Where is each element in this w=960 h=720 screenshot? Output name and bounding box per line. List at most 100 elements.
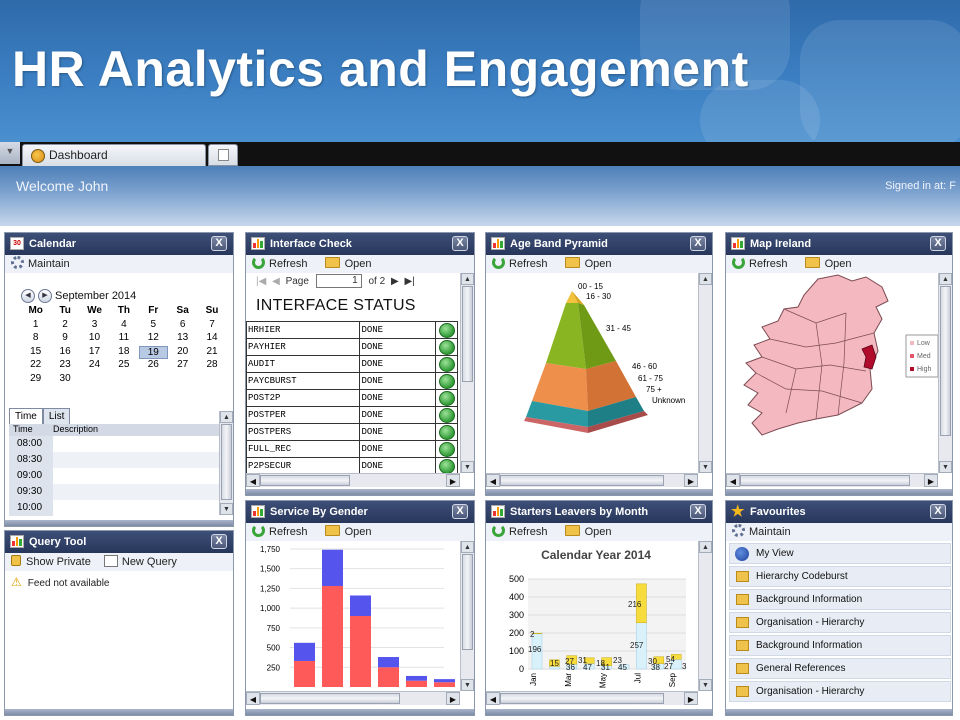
close-button[interactable]: X bbox=[211, 534, 227, 549]
scroll-down-arrow[interactable]: ▼ bbox=[220, 503, 233, 515]
scroll-up-arrow[interactable]: ▲ bbox=[699, 273, 712, 285]
scroll-left-arrow[interactable]: ◀ bbox=[486, 692, 500, 705]
calendar-day[interactable]: 11 bbox=[109, 332, 138, 346]
scroll-up-arrow[interactable]: ▲ bbox=[220, 411, 233, 423]
last-page-button[interactable]: ▶| bbox=[404, 276, 414, 287]
scroll-up-arrow[interactable]: ▲ bbox=[461, 541, 474, 553]
calendar-day[interactable]: 21 bbox=[197, 346, 226, 360]
favourite-item[interactable]: Background Information bbox=[729, 635, 951, 656]
horizontal-scrollbar[interactable]: ◀ ▶ bbox=[486, 691, 698, 705]
horizontal-scrollbar[interactable]: ◀ ▶ bbox=[246, 691, 460, 705]
calendar-day[interactable]: 16 bbox=[50, 346, 79, 360]
open-button[interactable]: Open bbox=[311, 257, 372, 270]
calendar-day[interactable]: 9 bbox=[50, 332, 79, 346]
horizontal-scrollbar[interactable]: ◀ ▶ bbox=[486, 473, 698, 487]
scroll-thumb[interactable] bbox=[221, 424, 232, 500]
calendar-day[interactable]: 8 bbox=[21, 332, 50, 346]
scroll-up-arrow[interactable]: ▲ bbox=[939, 273, 952, 285]
close-button[interactable]: X bbox=[930, 236, 946, 251]
calendar-day[interactable]: 28 bbox=[197, 359, 226, 373]
scroll-down-arrow[interactable]: ▼ bbox=[699, 679, 712, 691]
maintain-button[interactable]: Maintain bbox=[732, 524, 791, 538]
calendar-day[interactable]: 22 bbox=[21, 359, 50, 373]
open-button[interactable]: Open bbox=[791, 257, 852, 270]
tab-list[interactable]: List bbox=[42, 408, 71, 424]
prev-page-button[interactable]: ◀ bbox=[272, 276, 280, 287]
calendar-day[interactable]: 14 bbox=[197, 332, 226, 346]
calendar-day[interactable]: 18 bbox=[109, 346, 138, 360]
scroll-up-arrow[interactable]: ▲ bbox=[461, 273, 474, 285]
prev-month-button[interactable]: ◀ bbox=[21, 289, 35, 303]
refresh-button[interactable]: Refresh bbox=[252, 524, 308, 538]
calendar-day[interactable]: 20 bbox=[168, 346, 197, 360]
scroll-left-arrow[interactable]: ◀ bbox=[246, 474, 260, 487]
maintain-button[interactable]: Maintain bbox=[11, 256, 70, 270]
vertical-scrollbar[interactable]: ▲ ▼ bbox=[698, 273, 712, 473]
vertical-scrollbar[interactable]: ▲ ▼ bbox=[460, 273, 474, 473]
close-button[interactable]: X bbox=[690, 504, 706, 519]
open-button[interactable]: Open bbox=[551, 257, 612, 270]
calendar-day[interactable]: 6 bbox=[168, 319, 197, 333]
scroll-thumb[interactable] bbox=[740, 475, 910, 486]
scroll-right-arrow[interactable]: ▶ bbox=[446, 474, 460, 487]
close-button[interactable]: X bbox=[452, 504, 468, 519]
calendar-day[interactable]: 7 bbox=[197, 319, 226, 333]
scroll-thumb[interactable] bbox=[940, 286, 951, 436]
page-input[interactable]: 1 bbox=[315, 274, 362, 289]
time-slot-row[interactable]: 09:00 bbox=[9, 468, 221, 484]
close-button[interactable]: X bbox=[211, 236, 227, 251]
scroll-down-arrow[interactable]: ▼ bbox=[699, 461, 712, 473]
time-slot-row[interactable]: 09:30 bbox=[9, 484, 221, 500]
calendar-day[interactable]: 24 bbox=[80, 359, 109, 373]
open-button[interactable]: Open bbox=[551, 525, 612, 538]
horizontal-scrollbar[interactable]: ◀ ▶ bbox=[246, 473, 460, 487]
tab-dashboard[interactable]: Dashboard bbox=[22, 144, 206, 166]
refresh-button[interactable]: Refresh bbox=[492, 256, 548, 270]
calendar-day[interactable]: 25 bbox=[109, 359, 138, 373]
favourite-item[interactable]: General References bbox=[729, 658, 951, 679]
calendar-day[interactable]: 29 bbox=[21, 373, 50, 387]
scroll-thumb[interactable] bbox=[260, 475, 350, 486]
scroll-right-arrow[interactable]: ▶ bbox=[684, 692, 698, 705]
scroll-left-arrow[interactable]: ◀ bbox=[486, 474, 500, 487]
scroll-right-arrow[interactable]: ▶ bbox=[684, 474, 698, 487]
close-button[interactable]: X bbox=[452, 236, 468, 251]
time-slot-row[interactable]: 10:00 bbox=[9, 500, 221, 516]
scroll-right-arrow[interactable]: ▶ bbox=[924, 474, 938, 487]
new-tab-button[interactable] bbox=[208, 144, 238, 166]
scroll-down-arrow[interactable]: ▼ bbox=[939, 461, 952, 473]
scroll-left-arrow[interactable]: ◀ bbox=[246, 692, 260, 705]
show-private-button[interactable]: Show Private bbox=[11, 555, 91, 568]
calendar-day[interactable]: 1 bbox=[21, 319, 50, 333]
time-slot-row[interactable]: 08:00 bbox=[9, 436, 221, 452]
time-slot-row[interactable]: 08:30 bbox=[9, 452, 221, 468]
new-query-button[interactable]: New Query bbox=[94, 555, 177, 568]
favourite-item[interactable]: Background Information bbox=[729, 589, 951, 610]
calendar-day[interactable]: 13 bbox=[168, 332, 197, 346]
vertical-scrollbar[interactable]: ▲ ▼ bbox=[460, 541, 474, 691]
calendar-day[interactable]: 2 bbox=[50, 319, 79, 333]
next-month-button[interactable]: ▶ bbox=[38, 289, 52, 303]
calendar-day[interactable]: 3 bbox=[80, 319, 109, 333]
scroll-thumb[interactable] bbox=[500, 475, 664, 486]
scroll-down-arrow[interactable]: ▼ bbox=[461, 461, 474, 473]
scroll-down-arrow[interactable]: ▼ bbox=[461, 679, 474, 691]
calendar-day[interactable]: 17 bbox=[80, 346, 109, 360]
refresh-button[interactable]: Refresh bbox=[252, 256, 308, 270]
refresh-button[interactable]: Refresh bbox=[732, 256, 788, 270]
calendar-day[interactable]: 30 bbox=[50, 373, 79, 387]
vertical-scrollbar[interactable]: ▲ ▼ bbox=[938, 273, 952, 473]
vertical-scrollbar[interactable]: ▲ ▼ bbox=[698, 541, 712, 691]
calendar-day[interactable]: 10 bbox=[80, 332, 109, 346]
refresh-button[interactable]: Refresh bbox=[492, 524, 548, 538]
calendar-day[interactable]: 27 bbox=[168, 359, 197, 373]
scroll-right-arrow[interactable]: ▶ bbox=[446, 692, 460, 705]
favourite-item[interactable]: Hierarchy Codeburst bbox=[729, 566, 951, 587]
calendar-day[interactable]: 4 bbox=[109, 319, 138, 333]
scroll-thumb[interactable] bbox=[462, 286, 473, 382]
tab-menu-button[interactable]: ▼ bbox=[0, 142, 20, 164]
favourite-item[interactable]: My View bbox=[729, 543, 951, 564]
scroll-thumb[interactable] bbox=[462, 554, 473, 650]
calendar-day[interactable]: 15 bbox=[21, 346, 50, 360]
tab-time[interactable]: Time bbox=[9, 408, 43, 424]
